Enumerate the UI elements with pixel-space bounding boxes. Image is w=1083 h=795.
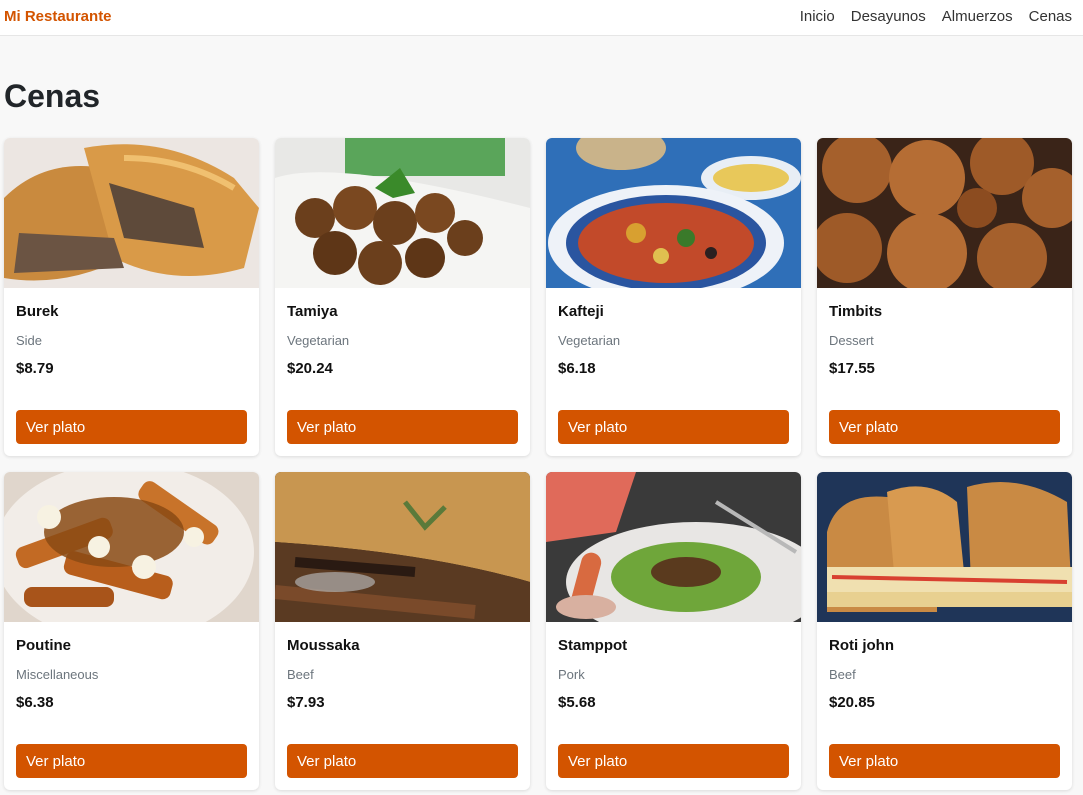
dish-category: Beef [829,667,856,682]
dish-name: Poutine [16,637,71,654]
dish-grid: Burek Side $8.79 Ver plato Tamiya Vegeta… [4,138,1072,790]
page-title: Cenas [4,78,101,114]
dish-category: Side [16,333,43,348]
dish-category: Vegetarian [287,333,350,348]
nav-link-cenas[interactable]: Cenas [1029,8,1072,25]
brand-logo[interactable]: Mi Restaurante [4,8,112,25]
dish-name: Kafteji [558,303,604,320]
dish-name: Roti john [829,637,894,654]
ver-plato-button[interactable]: Ver plato [16,744,247,778]
nav-link-almuerzos[interactable]: Almuerzos [942,8,1013,25]
dish-price: $5.68 [558,694,596,711]
nav-link-desayunos[interactable]: Desayunos [851,8,926,25]
dish-image-stamppot [546,472,801,622]
nav-links: Inicio Desayunos Almuerzos Cenas [800,8,1072,25]
dish-price: $7.93 [287,694,325,711]
dish-category: Miscellaneous [16,667,99,682]
dish-card: Poutine Miscellaneous $6.38 Ver plato [4,472,259,790]
ver-plato-button[interactable]: Ver plato [287,744,518,778]
dish-card: Roti john Beef $20.85 Ver plato [817,472,1072,790]
dish-price: $20.24 [287,360,333,377]
dish-card: Kafteji Vegetarian $6.18 Ver plato [546,138,801,456]
dish-image-moussaka [275,472,530,622]
dish-price: $17.55 [829,360,875,377]
dish-price: $8.79 [16,360,54,377]
dish-name: Tamiya [287,303,338,320]
dish-image-roti-john [817,472,1072,622]
ver-plato-button[interactable]: Ver plato [287,410,518,444]
ver-plato-button[interactable]: Ver plato [558,410,789,444]
dish-name: Burek [16,303,59,320]
ver-plato-button[interactable]: Ver plato [829,744,1060,778]
dish-name: Timbits [829,303,883,320]
dish-category: Dessert [829,333,874,348]
dish-image-burek [4,138,259,288]
dish-price: $20.85 [829,694,875,711]
dish-card: Timbits Dessert $17.55 Ver plato [817,138,1072,456]
ver-plato-button[interactable]: Ver plato [558,744,789,778]
dish-image-timbits [817,138,1072,288]
dish-card: Stamppot Pork $5.68 Ver plato [546,472,801,790]
dish-category: Beef [287,667,314,682]
dish-price: $6.38 [16,694,54,711]
dish-name: Moussaka [287,637,360,654]
dish-image-kafteji [546,138,801,288]
dish-name: Stamppot [558,637,628,654]
dish-card: Moussaka Beef $7.93 Ver plato [275,472,530,790]
dish-category: Pork [558,667,585,682]
ver-plato-button[interactable]: Ver plato [16,410,247,444]
dish-image-tamiya [275,138,530,288]
dish-card: Burek Side $8.79 Ver plato [4,138,259,456]
ver-plato-button[interactable]: Ver plato [829,410,1060,444]
nav-link-inicio[interactable]: Inicio [800,8,835,25]
dish-card: Tamiya Vegetarian $20.24 Ver plato [275,138,530,456]
navbar: Mi Restaurante Inicio Desayunos Almuerzo… [0,0,1083,36]
dish-category: Vegetarian [558,333,621,348]
dish-price: $6.18 [558,360,596,377]
dish-image-poutine [4,472,259,622]
